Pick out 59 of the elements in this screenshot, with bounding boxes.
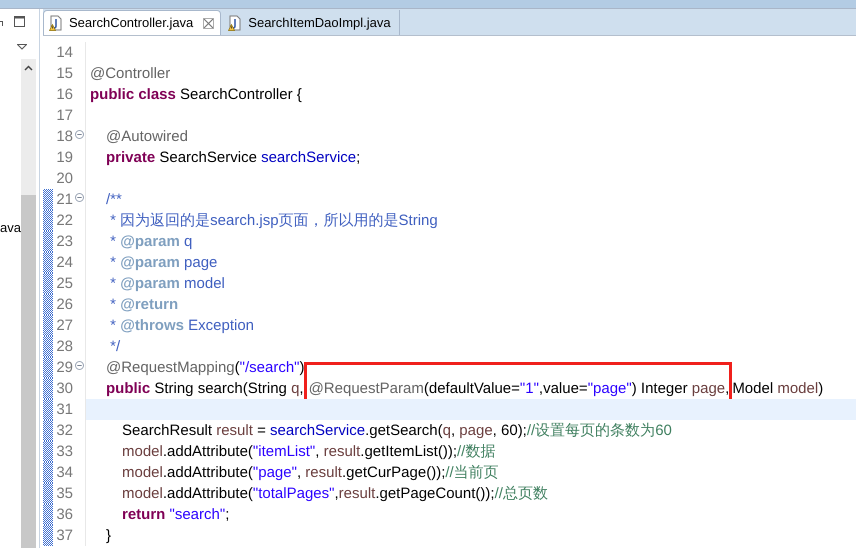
code-text: public class SearchController { [90,86,302,104]
code-text: } [106,526,112,544]
scrollbar-thumb[interactable] [21,195,36,548]
line-number: 22 [55,212,73,230]
code-text: @RequestMapping("/search") [106,358,304,376]
collapse-icon[interactable] [74,361,84,370]
code-text: /** [106,190,122,208]
line-number: 19 [55,148,73,166]
code-text: private SearchService searchService; [106,148,360,166]
line-number: 33 [55,442,73,460]
code-text: public String search(String q, [106,380,304,398]
collapse-icon[interactable] [74,193,84,202]
tree-item-label[interactable]: ava [0,221,21,234]
line-number: 29 [55,358,73,376]
line-number: 31 [55,400,73,418]
line-number: 17 [55,106,73,124]
code-text: * @param page [109,254,218,272]
view-menu-icon[interactable] [17,44,27,50]
maximize-icon[interactable] [14,16,25,27]
line-number: 30 [55,380,73,398]
code-text: * @return [109,296,178,314]
code-text: */ [109,338,120,356]
code-text: Model model) [732,380,824,398]
java-file-warning-icon [228,14,242,30]
line-number: 15 [55,64,73,82]
line-number: 18 [55,128,73,146]
line-number: 16 [55,86,73,104]
code-text: * @throws Exception [109,316,254,334]
line-number: 25 [55,274,73,292]
code-text: model.addAttribute("totalPages",result.getPageCount());//总页数 [122,484,548,502]
code-text: return "search"; [122,506,230,524]
line-number: 36 [55,506,73,524]
code-text: * @param q [109,232,192,250]
line-number: 35 [55,484,73,502]
java-file-warning-icon [49,15,63,31]
line-number: 24 [55,254,73,272]
code-text: model.addAttribute("itemList", result.getItemList());//数据 [122,442,496,460]
line-number: 20 [55,170,73,188]
line-number: 34 [55,464,73,482]
collapse-icon[interactable] [74,130,84,139]
line-number: 21 [55,190,73,208]
scroll-up-icon[interactable] [24,65,33,71]
line-number: 32 [55,422,73,440]
code-text: model.addAttribute("page", result.getCurPage());//当前页 [122,464,499,482]
line-number: 37 [55,526,73,544]
close-icon[interactable] [203,18,214,28]
code-text: @Controller [90,64,170,82]
line-number: 27 [55,316,73,334]
code-text: * @param model [109,274,225,292]
line-number: 28 [55,338,73,356]
line-number: 26 [55,296,73,314]
code-text: * 因为返回的是search.jsp页面，所以用的是String [109,212,438,230]
code-text: @RequestParam(defaultValue="1",value="page") Integer page, [308,380,730,398]
minimize-icon[interactable] [0,21,4,27]
line-number: 14 [55,44,73,62]
code-text: SearchResult result = searchService.getSearch(q, page, 60);//设置每页的条数为60 [122,422,672,440]
editor-tab[interactable]: SearchController.java [43,10,222,35]
code-text: @Autowired [106,128,188,146]
line-number: 23 [55,232,73,250]
